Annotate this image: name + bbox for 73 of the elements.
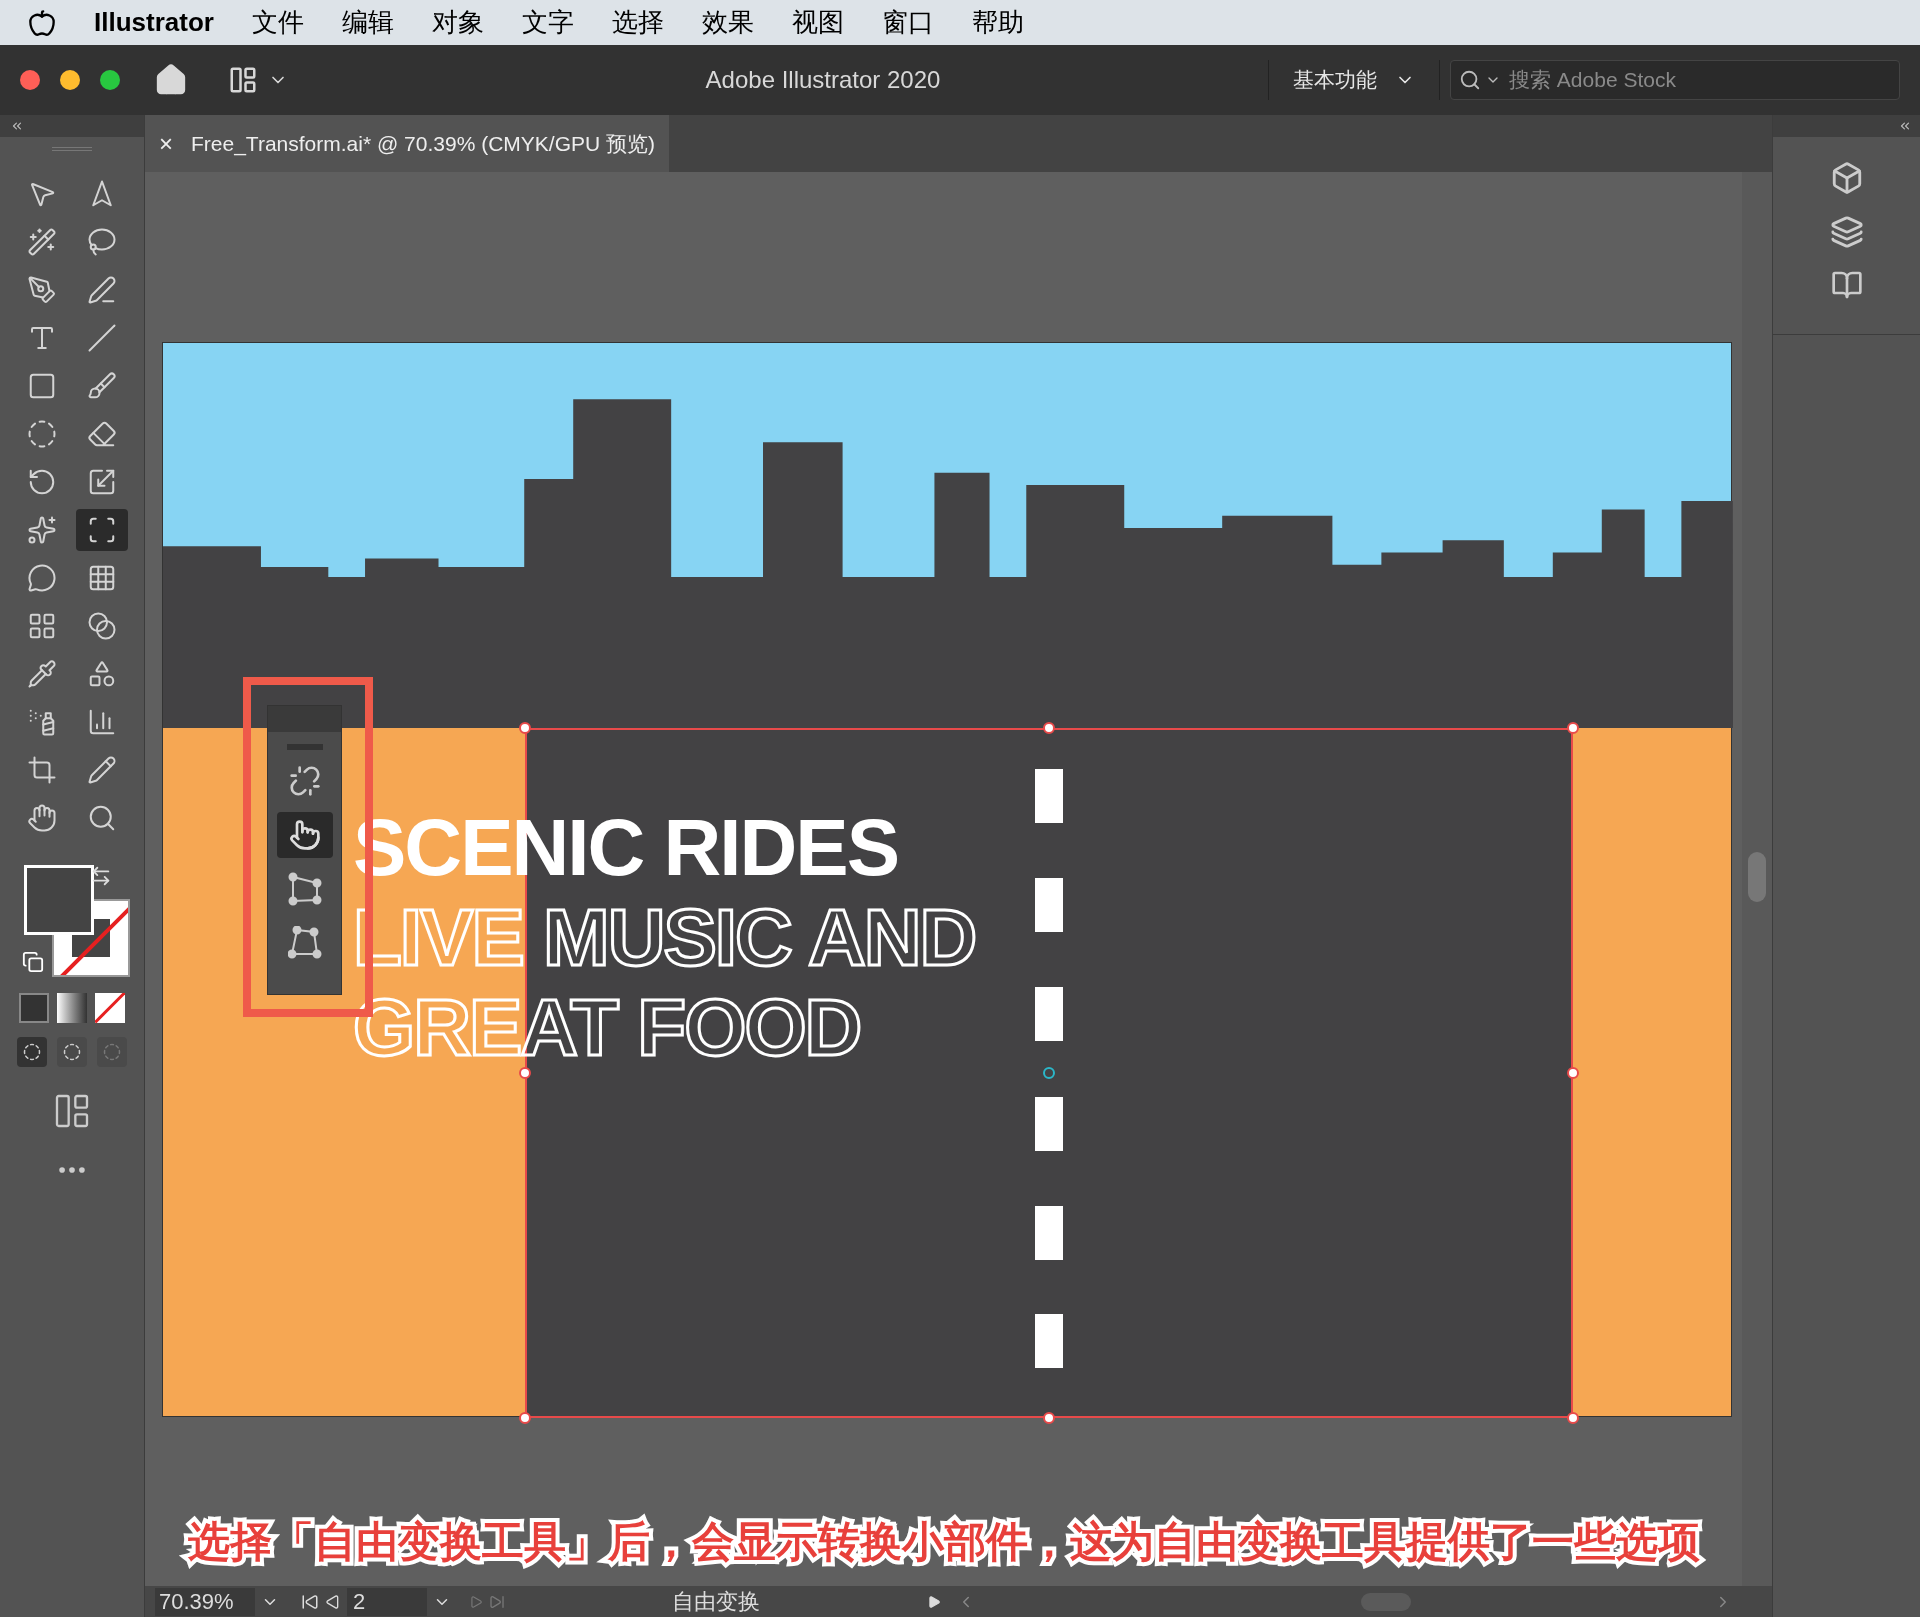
symbol-sprayer-icon <box>27 707 57 737</box>
fill-stroke-swatches-drawing[interactable] <box>24 865 130 977</box>
distort-icon <box>287 926 322 960</box>
swap-icon[interactable] <box>90 865 112 887</box>
menu-item[interactable]: 对象 <box>431 3 484 42</box>
default-colors-icon[interactable] <box>22 951 44 973</box>
page-field[interactable]: 2 <box>347 1587 427 1616</box>
eraser-icon <box>87 419 117 449</box>
home-icon[interactable] <box>154 63 188 97</box>
magic-wand-icon <box>27 227 57 257</box>
window-title: Adobe Illustrator 2020 <box>705 65 941 95</box>
search-icon <box>1459 69 1481 91</box>
center-point <box>1043 1067 1055 1079</box>
status-menu-icon[interactable] <box>927 1594 941 1609</box>
menu-item[interactable]: 效果 <box>701 3 754 42</box>
scale-icon <box>87 467 117 497</box>
search-field[interactable]: 搜索 Adobe Stock <box>1450 60 1900 100</box>
gradient-mode-button[interactable] <box>57 993 87 1023</box>
line-icon <box>87 323 117 353</box>
status-tool-name: 自由变换 <box>672 1588 760 1616</box>
lasso-icon <box>87 227 117 257</box>
menu-item[interactable]: 文字 <box>521 3 574 42</box>
menu-item[interactable]: 编辑 <box>341 3 394 42</box>
menu-item[interactable]: 窗口 <box>881 3 934 42</box>
workspace-dropdown[interactable]: 基本功能 <box>1269 64 1439 96</box>
zoom-icon <box>87 803 117 833</box>
tool-button[interactable] <box>76 509 128 551</box>
brush-icon <box>87 371 117 401</box>
layers-icon[interactable] <box>1829 215 1864 249</box>
free-transform-icon <box>87 515 117 545</box>
pointer-hand-icon <box>288 819 321 851</box>
close-window-button[interactable] <box>20 70 40 90</box>
collapse-icon[interactable] <box>10 119 24 133</box>
apple-icon[interactable] <box>28 8 56 37</box>
draw-mode-button[interactable] <box>17 1037 47 1067</box>
zoom-window-button[interactable] <box>100 70 120 90</box>
draw-mode-button[interactable] <box>57 1037 87 1067</box>
road-dash <box>1035 1314 1063 1368</box>
widget-button[interactable] <box>276 812 333 858</box>
menu-item[interactable]: Illustrator <box>94 3 214 42</box>
distort-icon <box>287 872 322 906</box>
hand-icon <box>27 803 57 833</box>
minimize-window-button[interactable] <box>60 70 80 90</box>
road-dash <box>1035 987 1063 1041</box>
collapse-icon[interactable] <box>1898 119 1912 133</box>
selection-handle[interactable] <box>1567 1412 1579 1424</box>
road-dash <box>1035 878 1063 932</box>
road-dash <box>1035 1097 1063 1151</box>
layout-icon[interactable] <box>228 65 258 95</box>
menu-item[interactable]: 文件 <box>251 3 304 42</box>
constrain-icon <box>288 765 321 797</box>
library-icon[interactable] <box>1830 269 1863 301</box>
document-tab[interactable]: × Free_Transform.ai* @ 70.39% (CMYK/GPU 预览) <box>145 115 669 172</box>
selection-handle[interactable] <box>519 1412 531 1424</box>
none-mode-button[interactable] <box>95 993 125 1023</box>
close-tab-button[interactable]: × <box>159 125 173 162</box>
first-page-icon[interactable] <box>301 1592 319 1611</box>
perspective-grid-icon <box>87 563 117 593</box>
eyedropper-icon <box>27 659 57 689</box>
pen-icon <box>27 275 57 305</box>
zoom-field[interactable]: 70.39% <box>155 1587 255 1616</box>
search-input[interactable]: 搜索 Adobe Stock <box>1509 64 1891 96</box>
previous-page-icon[interactable] <box>325 1593 341 1610</box>
grip-handle[interactable] <box>286 744 323 750</box>
menu-item[interactable]: 选择 <box>611 3 664 42</box>
menu-item[interactable]: 帮助 <box>971 3 1024 42</box>
road-dash <box>1035 1206 1063 1260</box>
rectangle-icon <box>27 371 57 401</box>
menu-item[interactable]: 视图 <box>791 3 844 42</box>
road-dash <box>1035 769 1063 823</box>
rotate-icon <box>27 467 57 497</box>
bar-chart-icon <box>87 707 117 737</box>
color-mode-button[interactable] <box>19 993 49 1023</box>
